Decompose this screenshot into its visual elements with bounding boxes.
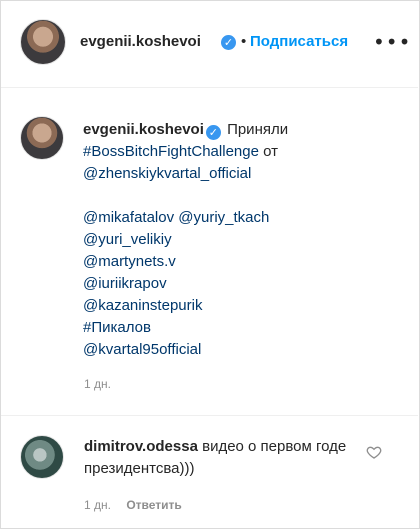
heart-outline-icon[interactable] [366,444,382,460]
reply-button[interactable]: Ответить [126,498,181,512]
divider [1,415,418,416]
verified-badge-icon: ✓ [221,35,236,50]
header-avatar[interactable] [20,19,66,65]
caption-mention[interactable]: @martynets.v [83,251,393,273]
verified-badge-icon: ✓ [205,125,221,140]
caption-mention[interactable]: @zhenskiykvartal_official [83,163,393,185]
comment-timestamp[interactable]: 1 дн. [84,498,111,512]
caption-mention[interactable]: @iuriikrapov [83,273,393,295]
follow-button[interactable]: Подписаться [250,33,348,50]
more-options-icon[interactable]: ••• [373,30,411,54]
comment-username[interactable]: dimitrov.odessa [84,438,198,455]
caption-mention[interactable]: @yuri_velikiy [83,229,393,251]
header-separator: • [241,33,247,50]
caption-username[interactable]: evgenii.koshevoi [83,121,204,138]
caption-mention[interactable]: @kvartal95official [83,339,393,361]
caption-mention[interactable]: @mikafatalov [83,209,174,226]
caption-text: Приняли [227,121,289,138]
caption-avatar[interactable] [20,116,64,160]
caption-from-word: от [263,143,278,160]
caption-hashtag[interactable]: #BossBitchFightChallenge [83,143,259,160]
header-username[interactable]: evgenii.koshevoi [80,33,201,50]
caption-hashtag[interactable]: #Пикалов [83,317,393,339]
caption-mention[interactable]: @kazaninstepurik [83,295,393,317]
comment-item: dimitrov.odessa видео о первом годе през… [84,436,354,480]
comment-meta: 1 дн. Ответить [84,498,182,512]
caption-timestamp[interactable]: 1 дн. [84,377,111,391]
comment-avatar[interactable] [20,435,64,479]
post-caption: evgenii.koshevoi ✓ Приняли #BossBitchFigh… [83,119,393,361]
caption-mention[interactable]: @yuriy_tkach [178,209,269,226]
